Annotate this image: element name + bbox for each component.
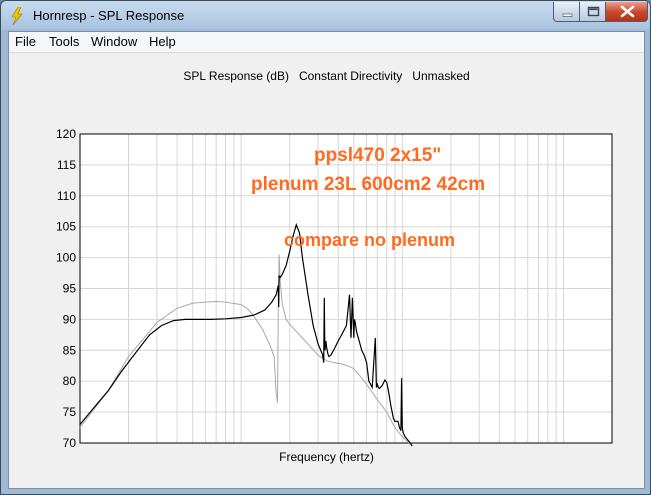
- x-axis-label: Frequency (hertz): [279, 450, 374, 464]
- title-bar[interactable]: Hornresp - SPL Response: [1, 1, 650, 31]
- hornresp-lightning-icon: [9, 6, 25, 26]
- y-tick-label: 80: [63, 374, 77, 388]
- menu-tools[interactable]: Tools: [47, 34, 81, 49]
- y-tick-label: 120: [56, 127, 76, 141]
- y-tick-label: 90: [63, 312, 77, 326]
- close-button[interactable]: [605, 2, 648, 22]
- chart-annotation: plenum 23L 600cm2 42cm: [251, 174, 485, 195]
- y-tick-label: 110: [57, 189, 76, 203]
- minimize-button[interactable]: [553, 2, 580, 22]
- window-title: Hornresp - SPL Response: [33, 8, 185, 23]
- y-tick-label: 115: [57, 158, 76, 172]
- y-tick-label: 70: [63, 436, 77, 450]
- chart-annotation: ppsl470 2x15": [314, 145, 441, 166]
- y-tick-label: 105: [56, 220, 76, 234]
- spl-chart[interactable]: 7075808590951001051101151201024681002468…: [9, 53, 644, 453]
- menu-file[interactable]: File: [13, 34, 38, 49]
- y-tick-label: 100: [56, 251, 76, 265]
- spl-chart-panel: SPL Response (dB) Constant Directivity U…: [9, 53, 644, 488]
- close-icon: [620, 5, 635, 18]
- app-window: Hornresp - SPL Response File Tools Windo…: [0, 0, 651, 495]
- menu-bar: File Tools Window Help: [9, 32, 644, 53]
- menu-help[interactable]: Help: [147, 34, 178, 49]
- menu-window[interactable]: Window: [89, 34, 139, 49]
- client-area: File Tools Window Help SPL Response (dB)…: [8, 31, 645, 489]
- y-tick-label: 95: [63, 282, 77, 296]
- minimize-icon: [562, 13, 573, 17]
- chart-annotation: compare no plenum: [284, 230, 455, 250]
- y-tick-label: 75: [63, 405, 77, 419]
- maximize-icon: [587, 6, 600, 17]
- maximize-button[interactable]: [579, 2, 606, 22]
- y-tick-label: 85: [63, 343, 77, 357]
